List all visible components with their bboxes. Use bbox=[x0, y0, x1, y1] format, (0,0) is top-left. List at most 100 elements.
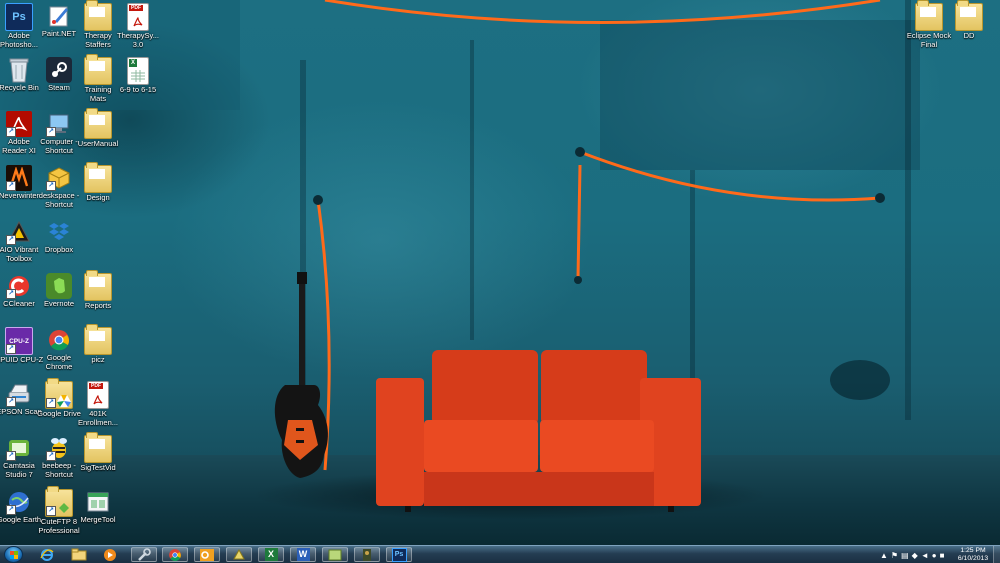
icon-label: Reports bbox=[84, 301, 112, 310]
desktop-icon-picz[interactable]: picz bbox=[71, 324, 125, 365]
taskbar-folder-app-button[interactable] bbox=[322, 547, 348, 562]
windows-explorer-icon bbox=[71, 548, 87, 561]
shortcut-arrow-icon: ↗ bbox=[6, 397, 16, 407]
adobe-reader-icon: ↗ bbox=[6, 111, 32, 137]
shortcut-arrow-icon: ↗ bbox=[6, 451, 16, 461]
pdf-badge: PDF bbox=[89, 383, 103, 389]
photoshop-glyph: Ps bbox=[12, 11, 26, 23]
sofa bbox=[376, 350, 701, 512]
network-icon[interactable]: ▤ bbox=[901, 551, 909, 560]
volume-icon[interactable]: ◄ bbox=[921, 551, 929, 560]
desktop-icon-401k[interactable]: PDF 401K Enrollmen... bbox=[71, 381, 125, 427]
folder-app-icon bbox=[328, 549, 342, 560]
desktop-icon-sigtestvid[interactable]: SigTestVid bbox=[71, 432, 125, 473]
neverwinter-icon: ↗ bbox=[6, 165, 32, 191]
shortcut-arrow-icon: ↗ bbox=[46, 451, 56, 461]
guitar bbox=[274, 272, 328, 478]
icon-label: Dropbox bbox=[44, 245, 74, 254]
pdf-badge: PDF bbox=[129, 5, 143, 11]
paintnet-icon bbox=[46, 3, 72, 29]
google-earth-icon: ↗ bbox=[6, 489, 32, 515]
taskbar-internet-explorer-button[interactable] bbox=[34, 547, 60, 562]
desktop-icon-6-9-to-6-15[interactable]: X 6-9 to 6-15 bbox=[111, 57, 165, 95]
taskbar-chrome-button[interactable] bbox=[162, 547, 188, 562]
shortcut-arrow-icon: ↗ bbox=[46, 181, 56, 191]
cable-socket bbox=[574, 276, 582, 284]
folder-icon bbox=[915, 0, 943, 31]
desktop-icon-design[interactable]: Design bbox=[71, 162, 125, 203]
show-desktop-button[interactable] bbox=[993, 546, 1000, 563]
taskbar-tools-button[interactable] bbox=[131, 547, 157, 562]
desktop-icon-therapysy[interactable]: PDF TherapySy... 3.0 bbox=[111, 3, 165, 49]
folder-icon bbox=[84, 0, 112, 31]
taskbar: X W Ps ▲ ⚑ ▤ ◆ ◄ ● ■ 1:25 PM 6/10/2013 bbox=[0, 545, 1000, 563]
shortcut-arrow-icon: ↗ bbox=[6, 127, 16, 137]
utility-icon bbox=[233, 548, 245, 559]
icon-label: 401K Enrollmen... bbox=[77, 409, 119, 427]
shortcut-arrow-icon: ↗ bbox=[46, 398, 56, 408]
beebeep-icon: ↗ bbox=[46, 435, 72, 461]
cable-right bbox=[579, 150, 881, 202]
taskbar-explorer-button[interactable] bbox=[66, 547, 92, 562]
desktop-icon-usermanual[interactable]: UserManual bbox=[71, 108, 125, 149]
tray-app-icon[interactable]: ● bbox=[932, 551, 937, 560]
system-tray: ▲ ⚑ ▤ ◆ ◄ ● ■ bbox=[880, 549, 944, 561]
internet-explorer-icon bbox=[40, 548, 54, 561]
steam-icon bbox=[46, 57, 72, 83]
icon-label: DD bbox=[963, 31, 975, 40]
folder-icon bbox=[955, 0, 983, 31]
cpuz-icon: CPU-Z ↗ bbox=[5, 327, 33, 355]
icon-label: UserManual bbox=[77, 139, 119, 148]
taskbar-word-button[interactable]: W bbox=[290, 547, 316, 562]
taskbar-clock[interactable]: 1:25 PM 6/10/2013 bbox=[956, 547, 990, 562]
shortcut-arrow-icon: ↗ bbox=[46, 127, 56, 137]
dropbox-tray-icon[interactable]: ◆ bbox=[912, 551, 918, 560]
desktop-icon-mergetool[interactable]: MergeTool bbox=[71, 489, 125, 525]
clock-time: 1:25 PM bbox=[960, 547, 986, 554]
taskbar-photoshop-button[interactable]: Ps bbox=[386, 547, 412, 562]
show-hidden-icons-icon[interactable]: ▲ bbox=[880, 551, 888, 560]
computer-icon: ↗ bbox=[46, 111, 72, 137]
chrome-icon bbox=[169, 548, 181, 561]
camtasia-icon: ↗ bbox=[6, 435, 32, 461]
recycle-bin-icon bbox=[6, 57, 32, 83]
desktop-icon-reports[interactable]: Reports bbox=[71, 270, 125, 311]
tray-app-icon[interactable]: ■ bbox=[940, 551, 945, 560]
folder-icon bbox=[84, 432, 112, 463]
shortcut-arrow-icon: ↗ bbox=[6, 289, 16, 299]
aio-toolbox-icon: ↗ bbox=[6, 219, 32, 245]
media-player-icon bbox=[104, 548, 116, 561]
evernote-icon bbox=[46, 273, 72, 299]
taskbar-game-button[interactable] bbox=[354, 547, 380, 562]
taskbar-excel-button[interactable]: X bbox=[258, 547, 284, 562]
taskbar-utility-button[interactable] bbox=[226, 547, 252, 562]
shortcut-arrow-icon: ↗ bbox=[6, 505, 16, 515]
mergetool-icon bbox=[85, 489, 111, 515]
pdf-file-icon: PDF bbox=[127, 3, 149, 31]
start-button[interactable] bbox=[4, 546, 23, 563]
action-center-icon[interactable]: ⚑ bbox=[891, 551, 898, 560]
folder-icon: ↗ bbox=[45, 378, 73, 409]
cable-socket bbox=[575, 147, 585, 157]
tools-icon bbox=[138, 547, 151, 561]
taskbar-media-player-button[interactable] bbox=[97, 547, 123, 562]
game-icon bbox=[363, 548, 371, 561]
pdf-file-icon: PDF bbox=[87, 381, 109, 409]
cable-socket bbox=[875, 193, 885, 203]
folder-icon bbox=[84, 54, 112, 85]
desktop-icon-dropbox[interactable]: Dropbox bbox=[32, 219, 86, 255]
shortcut-arrow-icon: ↗ bbox=[6, 235, 16, 245]
photoshop-icon: Ps bbox=[5, 3, 33, 31]
word-icon: W bbox=[296, 548, 310, 561]
outlook-icon bbox=[200, 548, 214, 561]
excel-icon: X bbox=[264, 548, 278, 561]
desktop-icon-dd[interactable]: DD bbox=[942, 0, 996, 41]
deskspace-icon: ↗ bbox=[46, 165, 72, 191]
shortcut-arrow-icon: ↗ bbox=[46, 506, 56, 516]
folder-icon bbox=[84, 324, 112, 355]
folder-icon bbox=[84, 162, 112, 193]
taskbar-outlook-button[interactable] bbox=[194, 547, 220, 562]
icon-label: Design bbox=[86, 193, 110, 202]
shortcut-arrow-icon: ↗ bbox=[6, 181, 16, 191]
photoshop-icon: Ps bbox=[391, 547, 407, 562]
